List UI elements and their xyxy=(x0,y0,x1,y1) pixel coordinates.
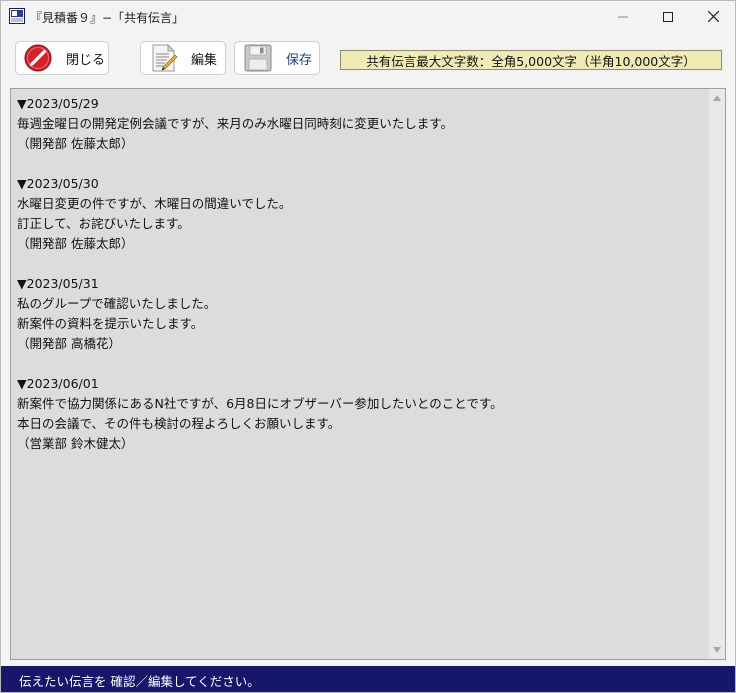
character-limit-note: 共有伝言最大文字数：全角5,000文字（半角10,000文字） xyxy=(340,50,722,70)
scroll-up-button[interactable] xyxy=(709,91,725,105)
maximize-button[interactable] xyxy=(646,1,690,32)
edit-button[interactable]: 編集 xyxy=(140,41,226,75)
close-icon xyxy=(707,11,719,22)
close-button-label: 閉じる xyxy=(66,52,106,68)
floppy-disk-icon xyxy=(244,44,272,72)
scroll-down-button[interactable] xyxy=(709,643,725,657)
minimize-icon xyxy=(618,16,628,17)
app-icon xyxy=(9,8,25,24)
title-bar[interactable]: 『見積番９』−「共有伝言」 xyxy=(1,1,735,32)
maximize-icon xyxy=(663,11,673,22)
window-close-button[interactable] xyxy=(691,1,735,32)
status-bar: 伝えたい伝言を 確認／編集してください。 xyxy=(1,666,735,692)
minimize-button[interactable] xyxy=(601,1,645,32)
chevron-up-icon xyxy=(713,95,721,101)
edit-button-label: 編集 xyxy=(191,52,218,68)
vertical-scrollbar[interactable] xyxy=(709,89,725,659)
window-title: 『見積番９』−「共有伝言」 xyxy=(30,11,185,25)
status-message: 伝えたい伝言を 確認／編集してください。 xyxy=(19,674,260,689)
app-window: 『見積番９』−「共有伝言」 閉じる 編集 保存 共有伝言最大文字数：全角5,00… xyxy=(0,0,736,693)
save-button[interactable]: 保存 xyxy=(234,41,320,75)
save-button-label: 保存 xyxy=(286,52,313,68)
toolbar: 閉じる 編集 保存 共有伝言最大文字数：全角5,000文字（半角10,000文字… xyxy=(1,32,735,84)
message-editor[interactable]: ▼2023/05/29 毎週金曜日の開発定例会議ですが、来月のみ水曜日同時刻に変… xyxy=(10,88,726,660)
document-pencil-icon xyxy=(152,43,178,72)
chevron-down-icon xyxy=(713,647,721,653)
close-button[interactable]: 閉じる xyxy=(15,41,109,75)
message-text[interactable]: ▼2023/05/29 毎週金曜日の開発定例会議ですが、来月のみ水曜日同時刻に変… xyxy=(17,94,705,659)
no-entry-icon xyxy=(24,44,52,72)
